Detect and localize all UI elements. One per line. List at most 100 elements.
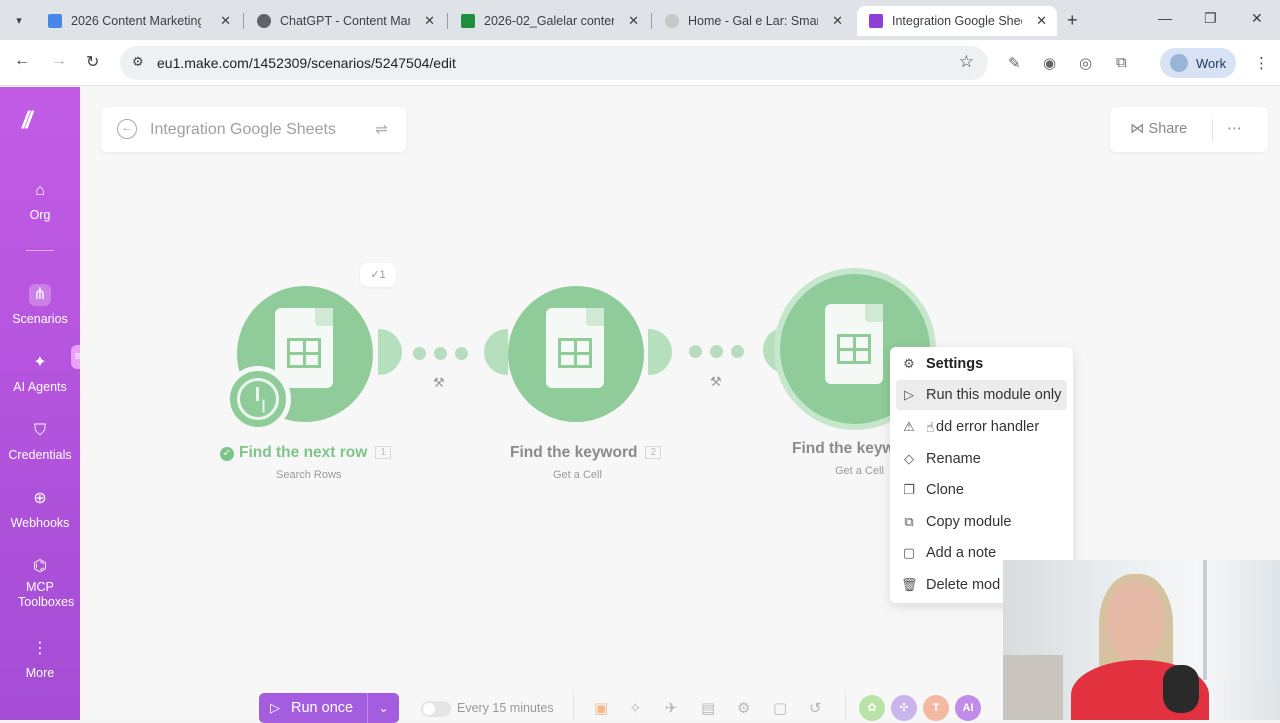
close-icon[interactable]: ✕ <box>832 13 843 29</box>
operations-badge[interactable]: ✓1 <box>360 263 396 287</box>
url-text[interactable]: eu1.make.com/1452309/scenarios/5247504/e… <box>157 55 456 71</box>
note-icon[interactable]: ▢ <box>773 699 787 717</box>
plane-icon[interactable]: ✈ <box>665 699 678 717</box>
save-icon[interactable]: ▣ <box>594 699 608 717</box>
browser-menu-icon[interactable]: ⋮ <box>1254 54 1269 72</box>
share-card: ⋈ Share ⋯ <box>1110 107 1268 152</box>
browser-tab-3[interactable]: 2026-02_Galelar content ✕ <box>449 6 649 36</box>
route-dot <box>413 347 426 360</box>
pen-icon[interactable]: ✎ <box>1008 54 1021 72</box>
site-info-icon[interactable]: ⚙ <box>132 54 144 70</box>
tab-search-icon[interactable]: ▾ <box>8 9 30 31</box>
window-close-icon[interactable]: ✕ <box>1251 10 1263 27</box>
new-tab-icon[interactable]: + <box>1067 10 1078 31</box>
tab-title: ChatGPT - Content Mark <box>280 14 410 28</box>
ai-button[interactable]: AI <box>955 695 981 721</box>
back-icon[interactable]: ← <box>14 52 30 70</box>
forward-icon[interactable]: → <box>51 52 67 70</box>
docs-icon <box>48 14 62 28</box>
browser-tab-1[interactable]: 2026 Content Marketing ✕ <box>36 6 241 36</box>
sidebar-item-org[interactable]: ⌂ Org <box>0 180 80 222</box>
menu-item-add-error-handler[interactable]: ⚠ dd error handler <box>890 412 1073 442</box>
bookmark-star-icon[interactable]: ☆ <box>959 52 974 72</box>
menu-item-label: Settings <box>926 356 984 372</box>
sidebar-item-label: Credentials <box>8 448 72 462</box>
tab-title: 2026 Content Marketing <box>71 14 201 28</box>
menu-item-settings[interactable]: ⚙ Settings <box>890 349 1073 379</box>
history-icon[interactable]: ↺ <box>809 699 822 717</box>
menu-item-rename[interactable]: ◇ Rename <box>890 444 1073 474</box>
minimize-icon[interactable]: — <box>1158 10 1172 26</box>
route-wrench-icon[interactable]: ⚒ <box>433 375 445 391</box>
extension-badge-icon[interactable]: ◎ <box>1079 54 1092 72</box>
schedule-label[interactable]: Every 15 minutes <box>457 701 554 715</box>
module-title-text: Find the next row <box>239 444 368 461</box>
menu-item-clone[interactable]: ❐ Clone <box>890 475 1073 505</box>
module-3-subtitle: Get a Cell <box>835 465 884 477</box>
module-3-title[interactable]: Find the keyw <box>792 440 895 458</box>
magic-wand-icon[interactable]: ✧ <box>629 699 642 717</box>
scenario-title[interactable]: Integration Google Sheets <box>150 121 336 139</box>
close-icon[interactable]: ✕ <box>424 13 435 29</box>
shield-icon: ⛉ <box>33 422 46 439</box>
sidebar-item-label: More <box>25 666 55 680</box>
route-wrench-icon[interactable]: ⚒ <box>710 374 722 390</box>
browser-tab-5-active[interactable]: Integration Google Sheet ✕ <box>857 6 1057 36</box>
sidebar-item-mcp-toolboxes[interactable]: ⌬ MCP Toolboxes <box>0 556 80 610</box>
module-number: 2 <box>645 446 662 459</box>
make-logo[interactable]: // <box>22 107 58 134</box>
tab-title: 2026-02_Galelar content <box>484 14 614 28</box>
address-bar[interactable]: ⚙ eu1.make.com/1452309/scenarios/5247504… <box>120 46 988 80</box>
menu-item-label: Clone <box>926 482 964 498</box>
sidebar-item-label: Webhooks <box>10 516 70 530</box>
tools-icon[interactable]: ✿ <box>859 695 885 721</box>
schedule-clock-icon[interactable] <box>225 366 291 432</box>
scenario-title-card: ← Integration Google Sheets ⇌ <box>101 107 406 152</box>
profile-avatar-icon <box>1170 54 1188 72</box>
globe-icon: ⊕ <box>33 490 47 507</box>
close-icon[interactable]: ✕ <box>628 13 639 29</box>
module-find-keyword[interactable] <box>508 286 644 422</box>
share-button[interactable]: ⋈ Share <box>1130 121 1187 137</box>
camera-icon[interactable]: ◉ <box>1043 54 1056 72</box>
schedule-toggle[interactable] <box>421 701 451 717</box>
profile-chip[interactable]: Work <box>1160 48 1236 78</box>
sidebar-item-webhooks[interactable]: ⊕ Webhooks <box>0 488 80 530</box>
back-arrow-icon[interactable]: ← <box>117 119 137 139</box>
chevron-down-icon[interactable]: ⌄ <box>367 693 399 723</box>
route-dot <box>455 347 468 360</box>
table-icon[interactable]: ▤ <box>701 699 715 717</box>
sidebar-item-scenarios[interactable]: ⋔ Scenarios <box>0 284 80 326</box>
puzzle-icon[interactable]: ⧉ <box>1116 54 1127 71</box>
browser-tab-strip: ▾ 2026 Content Marketing ✕ ChatGPT - Con… <box>0 0 1280 40</box>
reload-icon[interactable]: ↻ <box>86 52 99 72</box>
restore-icon[interactable]: ❐ <box>1204 10 1217 27</box>
run-once-button[interactable]: ▷ Run once ⌄ <box>259 693 399 723</box>
gear-icon[interactable]: ⚙ <box>737 699 750 717</box>
more-options-icon[interactable]: ⋯ <box>1227 119 1242 137</box>
profile-label: Work <box>1196 55 1227 71</box>
browser-tab-4[interactable]: Home - Gal e Lar: Smart ✕ <box>653 6 853 36</box>
flow-control-icon[interactable]: ✣ <box>891 695 917 721</box>
sidebar-item-more[interactable]: ⋮ More <box>0 638 80 680</box>
sliders-icon[interactable]: ⇌ <box>375 120 388 138</box>
menu-item-label: dd error handler <box>936 419 1040 435</box>
module-1-subtitle: Search Rows <box>276 469 342 481</box>
shelf <box>1003 655 1063 720</box>
divider <box>1212 119 1213 141</box>
text-parser-icon[interactable]: T <box>923 695 949 721</box>
divider <box>845 690 846 720</box>
sidebar-item-credentials[interactable]: ⛉ Credentials <box>0 420 80 462</box>
menu-item-run-module-only[interactable]: ▷ Run this module only <box>896 380 1067 410</box>
close-icon[interactable]: ✕ <box>220 13 231 29</box>
warning-icon: ⚠ <box>903 419 915 434</box>
menu-item-copy-module[interactable]: ⧉ Copy module <box>890 507 1073 537</box>
module-2-title[interactable]: Find the keyword 2 <box>510 444 662 462</box>
close-icon[interactable]: ✕ <box>1036 13 1047 29</box>
note-icon: ▢ <box>902 545 916 560</box>
module-1-title[interactable]: ✓ Find the next row 1 <box>220 444 391 462</box>
browser-tab-2[interactable]: ChatGPT - Content Mark ✕ <box>245 6 445 36</box>
presenter-face <box>1106 582 1164 660</box>
site-icon <box>665 14 679 28</box>
sidebar-item-ai-agents[interactable]: ✦Beta AI Agents <box>0 345 96 394</box>
